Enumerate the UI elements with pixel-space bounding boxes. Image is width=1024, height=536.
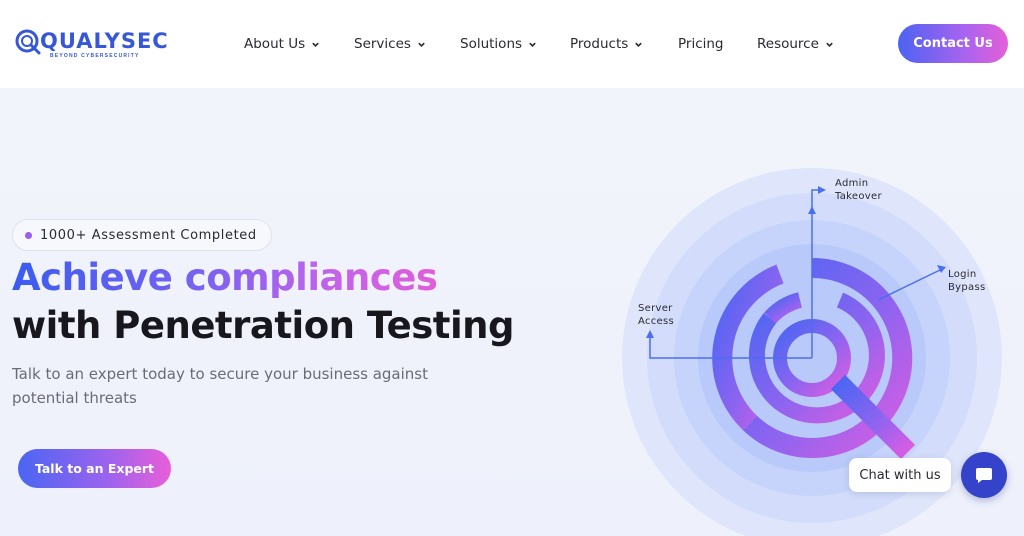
chevron-down-icon [418, 42, 425, 47]
nav-item-label: Products [570, 36, 629, 52]
badge-dot-icon [25, 231, 32, 239]
nav-item-label: Pricing [678, 36, 724, 52]
nav-item-about-us[interactable]: About Us [244, 34, 320, 54]
headline-plain-text: with Penetration Testing [12, 304, 514, 347]
logo-tagline: BEYOND CYBERSECURITY [50, 53, 140, 59]
nav-item-resource[interactable]: Resource [757, 34, 834, 54]
nav-item-label: Services [354, 36, 411, 52]
assessment-badge: 1000+ Assessment Completed [12, 219, 272, 251]
label-login-2: Bypass [948, 282, 985, 293]
label-server-2: Access [638, 316, 674, 327]
chat-icon [976, 468, 992, 483]
nav-item-label: Solutions [460, 36, 523, 52]
site-header: QUALYSEC BEYOND CYBERSECURITY About Us S… [0, 0, 1024, 88]
label-login-1: Login [948, 269, 976, 280]
label-admin-2: Takeover [834, 191, 882, 202]
chevron-down-icon [529, 42, 536, 47]
chat-with-us-bubble[interactable]: Chat with us [849, 458, 951, 492]
chat-button[interactable] [961, 452, 1007, 498]
label-server-1: Server [638, 303, 673, 314]
headline-gradient-text: Achieve compliances [12, 254, 438, 302]
chevron-down-icon [312, 42, 319, 47]
hero-subtext: Talk to an expert today to secure your b… [12, 365, 428, 407]
contact-us-button[interactable]: Contact Us [898, 24, 1008, 63]
hero-headline: Achieve compliances with Penetration Tes… [12, 254, 612, 350]
nav-item-products[interactable]: Products [570, 34, 643, 54]
badge-text: 1000+ Assessment Completed [40, 227, 257, 243]
qualysec-logo[interactable]: QUALYSEC BEYOND CYBERSECURITY [14, 28, 168, 62]
nav-item-label: Resource [757, 36, 819, 52]
talk-to-expert-button[interactable]: Talk to an Expert [18, 449, 171, 488]
nav-item-pricing[interactable]: Pricing [678, 34, 724, 54]
chevron-down-icon [635, 42, 643, 47]
chevron-down-icon [826, 42, 833, 47]
nav-item-label: About Us [244, 36, 306, 52]
nav-item-services[interactable]: Services [354, 34, 426, 54]
nav-item-solutions[interactable]: Solutions [460, 34, 537, 54]
label-admin-1: Admin [835, 178, 868, 189]
logo-q-icon [15, 29, 41, 55]
logo-wordmark: QUALYSEC [40, 29, 169, 53]
